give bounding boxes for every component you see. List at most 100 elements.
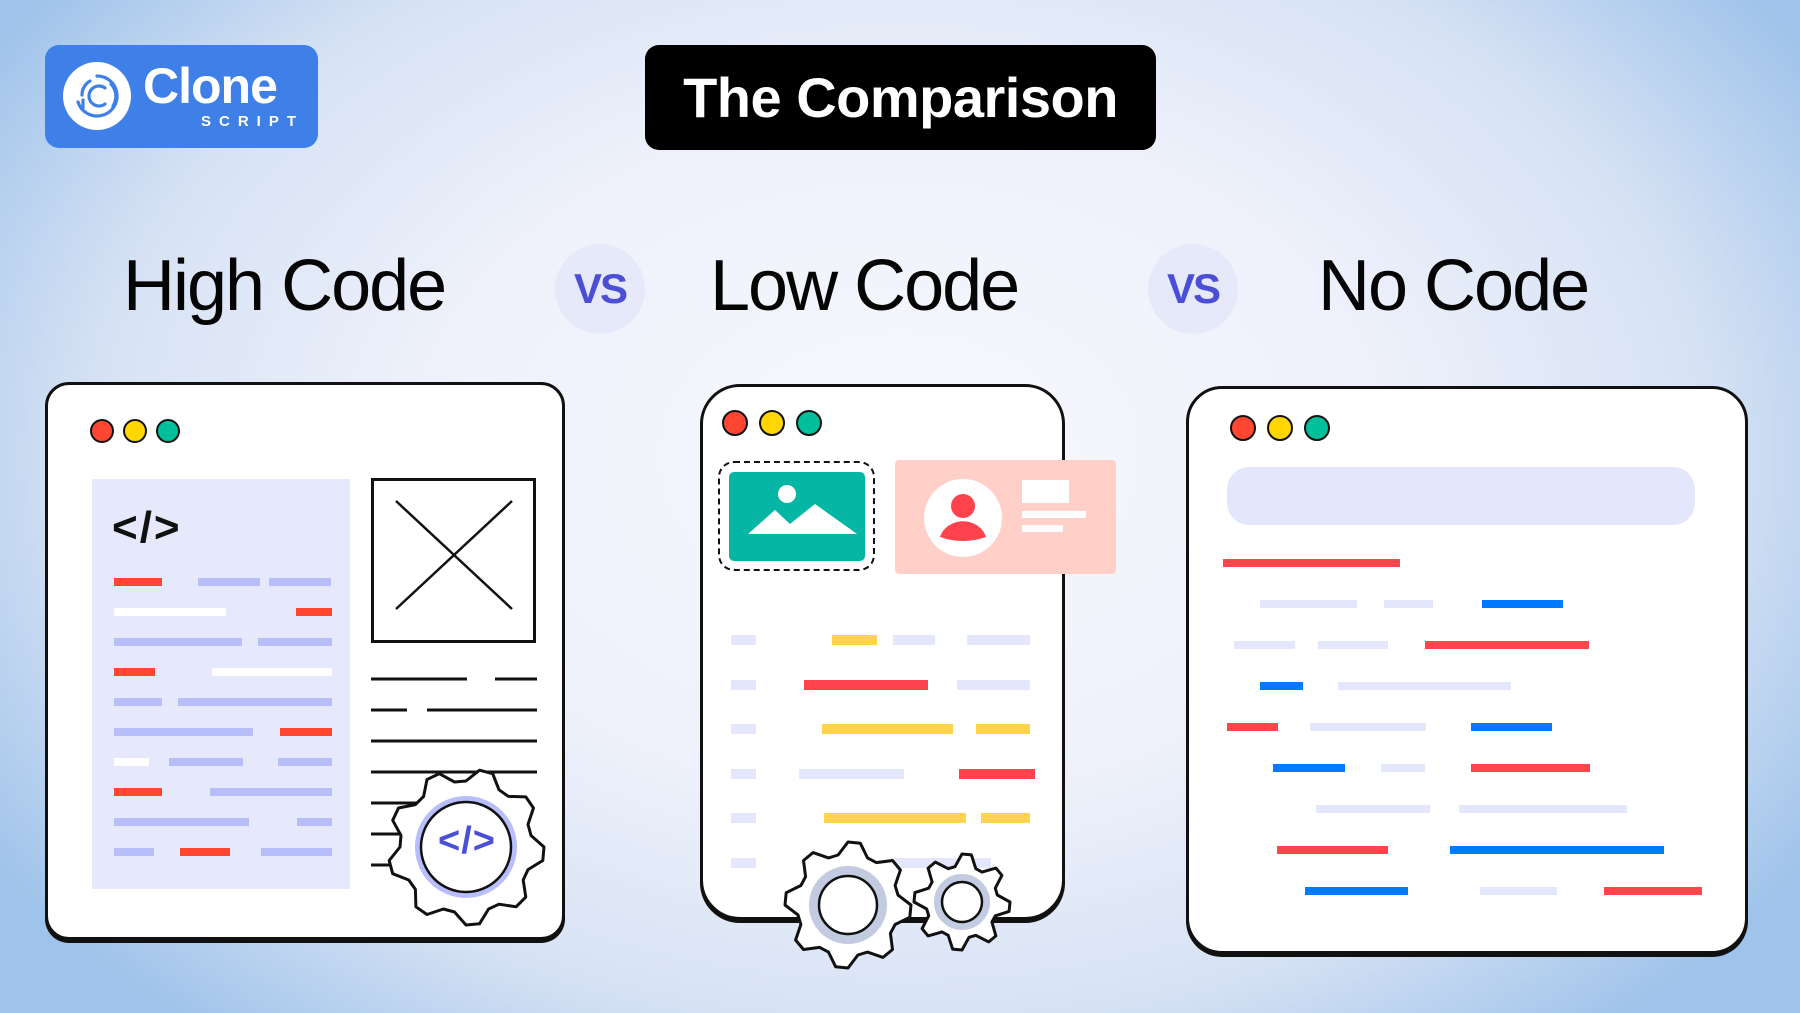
placeholder-line — [799, 768, 904, 779]
placeholder-line — [1318, 641, 1388, 649]
large-gear-icon — [783, 840, 913, 970]
placeholder-line — [269, 578, 331, 586]
close-dot-icon — [90, 419, 114, 443]
minimize-dot-icon — [1267, 415, 1293, 441]
placeholder-line — [1310, 723, 1426, 731]
placeholder-line — [114, 698, 162, 706]
placeholder-line — [1471, 764, 1590, 772]
user-avatar-icon — [924, 479, 1002, 557]
placeholder-line — [178, 698, 332, 706]
placeholder-line — [114, 578, 162, 586]
logo-mark-icon — [63, 62, 131, 130]
code-tag-icon: </> — [112, 503, 182, 552]
image-placeholder-icon — [371, 478, 536, 643]
placeholder-line — [261, 848, 332, 856]
placeholder-line — [1338, 682, 1511, 690]
window-controls — [722, 410, 822, 436]
placeholder-line — [1277, 846, 1388, 854]
placeholder-line — [180, 848, 230, 856]
placeholder-line — [957, 679, 1030, 690]
vs-badge-2: VS — [1148, 244, 1238, 334]
placeholder-line — [1471, 723, 1552, 731]
placeholder-line — [114, 788, 162, 796]
gear-code-glyph: </> — [438, 820, 496, 862]
heading-low-code: Low Code — [710, 246, 1020, 326]
no-code-window — [1186, 386, 1748, 954]
card-line-placeholder — [1022, 525, 1063, 532]
placeholder-line — [822, 724, 953, 734]
placeholder-line — [114, 668, 155, 676]
logo-name: Clone — [143, 58, 278, 114]
heading-no-code: No Code — [1318, 246, 1590, 326]
placeholder-line — [731, 724, 756, 734]
placeholder-line — [967, 635, 1030, 645]
placeholder-line — [1480, 887, 1557, 895]
maximize-dot-icon — [1304, 415, 1330, 441]
header-bar-placeholder — [1227, 467, 1695, 525]
placeholder-line — [976, 724, 1030, 734]
close-dot-icon — [722, 410, 748, 436]
placeholder-line — [212, 668, 332, 676]
placeholder-line — [114, 608, 226, 616]
placeholder-line — [731, 857, 756, 868]
placeholder-line — [114, 728, 253, 736]
placeholder-line — [1381, 764, 1425, 772]
logo-subtitle: SCRIPT — [201, 113, 305, 130]
placeholder-line — [210, 788, 332, 796]
placeholder-line — [1459, 805, 1627, 813]
placeholder-line — [297, 818, 332, 826]
placeholder-line — [1260, 682, 1303, 690]
placeholder-line — [296, 608, 332, 616]
small-gear-icon — [912, 852, 1012, 952]
placeholder-line — [198, 578, 260, 586]
placeholder-line — [1234, 641, 1295, 649]
placeholder-line — [1316, 805, 1430, 813]
placeholder-line — [114, 758, 149, 766]
heading-high-code: High Code — [123, 246, 447, 326]
vs-badge-1: VS — [555, 244, 645, 334]
placeholder-line — [1482, 600, 1563, 608]
placeholder-line — [832, 635, 877, 645]
gear-ring — [934, 874, 990, 930]
placeholder-line — [731, 813, 756, 823]
placeholder-line — [169, 758, 243, 766]
placeholder-line — [824, 813, 966, 823]
placeholder-line — [114, 818, 249, 826]
card-line-placeholder — [1022, 511, 1086, 518]
placeholder-line — [278, 758, 332, 766]
placeholder-line — [1604, 887, 1702, 895]
profile-card-component — [895, 460, 1116, 574]
placeholder-line — [1273, 764, 1345, 772]
minimize-dot-icon — [123, 419, 147, 443]
high-code-window: </> </> — [45, 382, 565, 940]
placeholder-line — [1425, 641, 1589, 649]
placeholder-line — [1450, 846, 1664, 854]
placeholder-line — [258, 638, 332, 646]
code-editor-block: </> — [92, 479, 350, 889]
placeholder-line — [280, 728, 332, 736]
close-dot-icon — [1230, 415, 1256, 441]
placeholder-line — [804, 679, 928, 690]
placeholder-line — [959, 768, 1035, 779]
placeholder-line — [731, 679, 756, 690]
minimize-dot-icon — [759, 410, 785, 436]
window-controls — [1230, 415, 1330, 441]
card-title-placeholder — [1022, 480, 1069, 503]
page-title: The Comparison — [645, 45, 1156, 150]
placeholder-line — [1305, 887, 1408, 895]
placeholder-line — [981, 813, 1030, 823]
maximize-dot-icon — [796, 410, 822, 436]
placeholder-line — [1223, 559, 1400, 567]
placeholder-line — [1384, 600, 1433, 608]
placeholder-line — [1260, 600, 1357, 608]
window-controls — [90, 419, 180, 443]
placeholder-line — [893, 635, 935, 645]
clone-script-logo: Clone SCRIPT — [45, 45, 318, 148]
placeholder-line — [731, 768, 756, 779]
image-icon — [729, 472, 865, 561]
gear-ring — [809, 866, 887, 944]
placeholder-line — [731, 635, 756, 645]
maximize-dot-icon — [156, 419, 180, 443]
placeholder-line — [1227, 723, 1278, 731]
selected-image-component — [718, 461, 875, 571]
